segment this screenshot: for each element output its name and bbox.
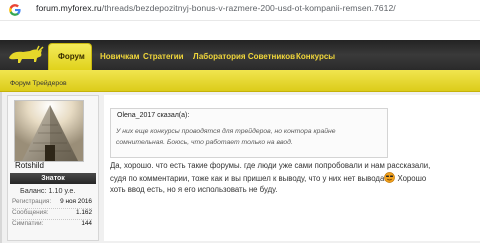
quote-line: сомнительная. Боюсь, что работает только… [116,139,293,146]
stat-label: Симпатии: [12,220,44,227]
user-rank-badge: Знаток [10,173,96,184]
quote-text: У них еще конкурсы проводятся для трейде… [116,126,384,148]
username[interactable]: Rotshild [15,161,44,170]
post-line: судя по комментарии, тоже как и вы прише… [110,173,385,183]
user-balance: Баланс: 1.10 у.е. [20,186,76,195]
post-line: хоть ввод есть, но я его использовать не… [110,185,278,194]
stat-value[interactable]: 1.162 [76,209,92,216]
tab-strategies[interactable]: Стратегии [143,52,184,61]
stat-likes: Симпатии: 144 [12,220,92,231]
stat-value: 9 ноя 2016 [60,198,92,205]
tab-advisors-lab[interactable]: Лаборатория Советников [193,52,295,61]
url-path: /threads/bezdepozitnyj-bonus-v-razmere-2… [101,3,396,13]
google-icon [9,4,21,16]
content-border [0,92,2,243]
stat-label: Сообщения: [12,209,49,216]
user-stats: Регистрация: 9 ноя 2016 Сообщения: 1.162… [12,198,92,231]
post-body: Да, хорошо. что есть такие форумы. где л… [110,160,476,196]
site-banner [0,20,480,40]
quote-author[interactable]: Olena_2017 сказал(а): [117,112,189,119]
pyramid-avatar-image [15,101,83,161]
stat-registration: Регистрация: 9 ноя 2016 [12,198,92,209]
tab-forum[interactable]: Форум [58,52,85,61]
quote-line: У них еще конкурсы проводятся для трейде… [116,128,336,135]
post-line: Да, хорошо. что есть такие форумы. где л… [110,161,431,170]
tab-newbies[interactable]: Новичкам [100,52,140,61]
stat-label: Регистрация: [12,198,52,205]
sub-nav-bar [0,70,480,92]
url-domain: forum.myforex.ru [36,3,102,13]
smiley-icon [384,171,396,183]
main-nav: Форум Новичкам Стратегии Лаборатория Сов… [0,40,480,70]
address-bar[interactable]: forum.myforex.ru/threads/bezdepozitnyj-b… [0,0,480,20]
tab-contests[interactable]: Конкурсы [296,52,335,61]
url-text[interactable]: forum.myforex.ru/threads/bezdepozitnyj-b… [36,3,396,13]
stat-value: 144 [81,220,92,227]
post-line-2: судя по комментарии, тоже как и вы прише… [110,171,476,185]
breadcrumb[interactable]: Форум Трейдеров [10,80,67,87]
bull-logo-icon[interactable] [6,43,46,67]
stat-messages: Сообщения: 1.162 [12,209,92,220]
post-line-tail: Хорошо [395,173,427,183]
avatar[interactable] [14,100,84,162]
